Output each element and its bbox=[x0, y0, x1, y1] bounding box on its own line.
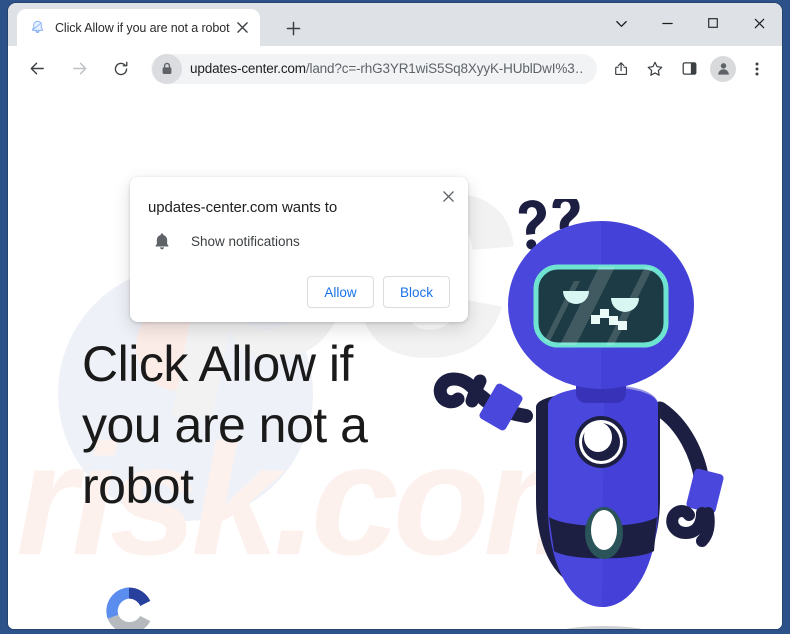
page-title: Click Allow if you are not a robot bbox=[82, 336, 368, 514]
tab-title: Click Allow if you are not a robot bbox=[55, 20, 230, 35]
permission-request-label: Show notifications bbox=[191, 233, 300, 249]
tab-search-chevron-down-icon[interactable] bbox=[598, 3, 644, 43]
window-controls bbox=[598, 3, 782, 43]
close-icon[interactable] bbox=[437, 185, 459, 207]
robot-chest-light bbox=[575, 416, 627, 468]
bell-icon bbox=[29, 19, 46, 36]
browser-tab[interactable]: Click Allow if you are not a robot bbox=[17, 9, 260, 46]
back-button[interactable] bbox=[21, 53, 53, 85]
lock-icon[interactable] bbox=[152, 53, 182, 84]
notification-permission-dialog: updates-center.com wants to Show notific… bbox=[130, 177, 468, 322]
allow-button[interactable]: Allow bbox=[306, 276, 374, 308]
robot-right-arm bbox=[652, 401, 724, 547]
url-text: updates-center.com/land?c=-rhG3YR1wiS5Sq… bbox=[190, 61, 585, 76]
chrome-menu-icon[interactable] bbox=[742, 54, 772, 84]
url-host: updates-center.com bbox=[190, 61, 306, 76]
side-panel-icon[interactable] bbox=[674, 54, 704, 84]
reload-button[interactable] bbox=[105, 53, 137, 85]
address-bar[interactable]: updates-center.com/land?c=-rhG3YR1wiS5Sq… bbox=[151, 53, 597, 84]
ground-shadow bbox=[565, 626, 643, 629]
robot-left-arm bbox=[433, 372, 533, 431]
e-captcha-badge: E-CAPTCHA bbox=[86, 583, 171, 629]
permission-actions: Allow Block bbox=[148, 276, 450, 308]
tab-strip: Click Allow if you are not a robot bbox=[8, 3, 782, 46]
url-path: /land?c=-rhG3YR1wiS5Sq8XyyK-HUblDwI%3… bbox=[305, 61, 585, 76]
c-ring-logo-icon bbox=[105, 587, 150, 629]
minimize-icon[interactable] bbox=[644, 3, 690, 43]
close-window-icon[interactable] bbox=[736, 3, 782, 43]
close-icon[interactable] bbox=[232, 18, 252, 38]
page-viewport: pc risk.com Click Allow if you are not a… bbox=[8, 91, 782, 629]
block-button[interactable]: Block bbox=[382, 276, 450, 308]
browser-window: Click Allow if you are not a robot updat… bbox=[8, 3, 782, 629]
forward-button[interactable] bbox=[63, 53, 95, 85]
browser-toolbar: updates-center.com/land?c=-rhG3YR1wiS5Sq… bbox=[8, 46, 782, 91]
bookmark-star-icon[interactable] bbox=[640, 54, 670, 84]
new-tab-button[interactable] bbox=[280, 15, 306, 41]
permission-request-row: Show notifications bbox=[148, 232, 450, 250]
profile-avatar[interactable] bbox=[710, 55, 736, 82]
bell-icon bbox=[152, 232, 172, 250]
maximize-icon[interactable] bbox=[690, 3, 736, 43]
share-icon[interactable] bbox=[606, 54, 636, 84]
robot-belt-buckle bbox=[591, 510, 617, 550]
permission-title: updates-center.com wants to bbox=[148, 199, 338, 216]
